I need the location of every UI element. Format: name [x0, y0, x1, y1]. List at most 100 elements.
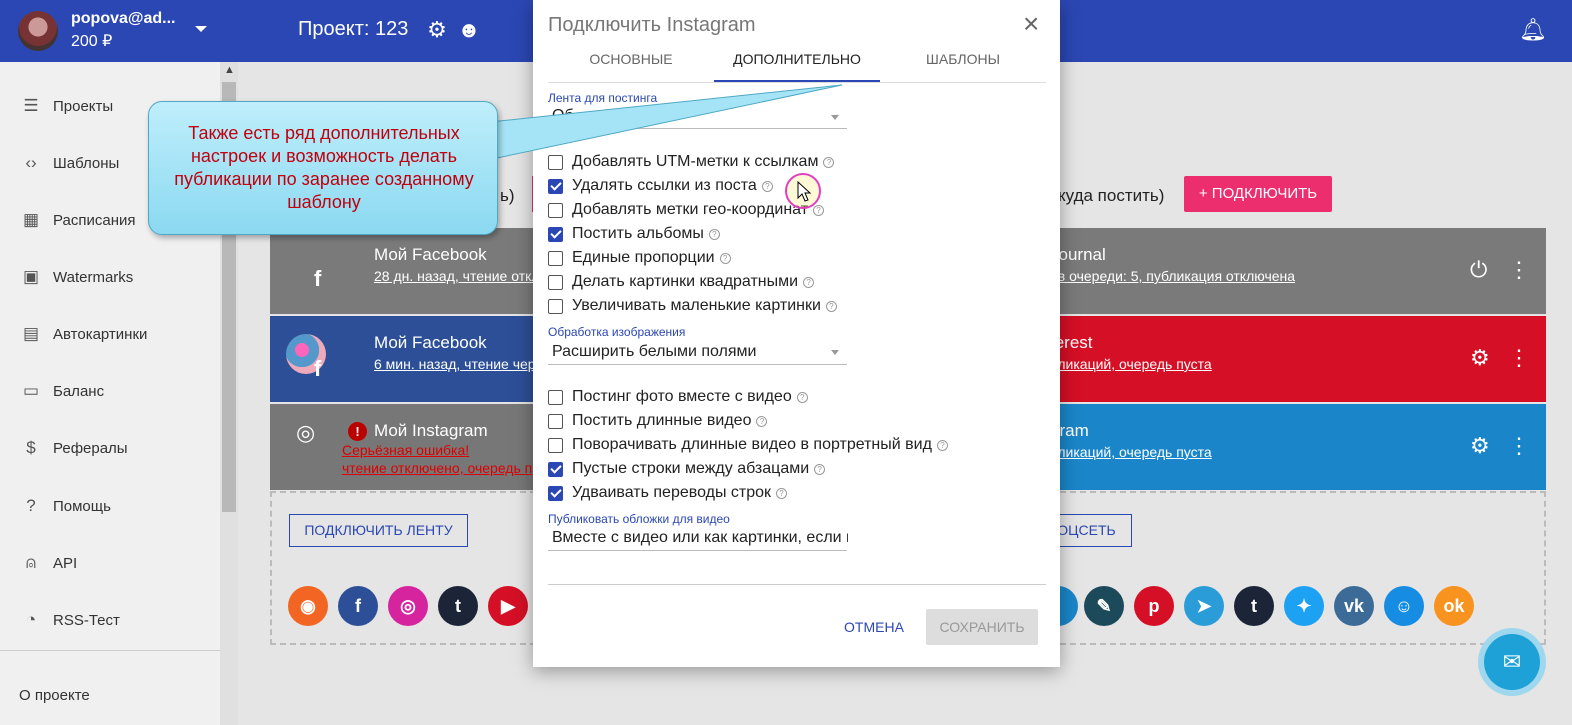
- checkbox-label[interactable]: Увеличивать маленькие картинки: [572, 297, 821, 315]
- sidebar-item[interactable]: ▭ Баланс: [0, 371, 220, 411]
- checkbox-label[interactable]: Постинг фото вместе с видео: [572, 388, 792, 406]
- account-status-right[interactable]: бликаций, очередь пуста: [1050, 356, 1212, 372]
- checkbox-row[interactable]: Добавлять метки гео-координат?: [548, 199, 825, 221]
- checkbox[interactable]: [548, 202, 563, 218]
- instagram-icon[interactable]: ◎: [388, 586, 428, 626]
- more-vert-icon[interactable]: ⋮: [1508, 346, 1530, 370]
- chevron-down-icon[interactable]: [195, 26, 207, 32]
- more-vert-icon[interactable]: ⋮: [1508, 434, 1530, 458]
- connect-button[interactable]: + ПОДКЛЮЧИТЬ: [1184, 176, 1332, 212]
- checkbox-row[interactable]: Поворачивать длинные видео в портретный …: [548, 434, 948, 456]
- twitter-icon[interactable]: ✦: [1284, 586, 1324, 626]
- help-icon[interactable]: ?: [719, 252, 731, 264]
- checkbox[interactable]: [548, 298, 563, 314]
- image-processing-select[interactable]: Расширить белыми полями: [552, 343, 842, 361]
- account-error[interactable]: Серьёзная ошибка!: [342, 442, 469, 458]
- chat-button[interactable]: ✉: [1478, 628, 1546, 696]
- checkbox-label[interactable]: Постить альбомы: [572, 225, 704, 243]
- help-icon[interactable]: ?: [776, 487, 788, 499]
- checkbox-row[interactable]: Удваивать переводы строк?: [548, 482, 788, 504]
- checkbox-label[interactable]: Постить длинные видео: [572, 412, 751, 430]
- odnoklassniki-icon[interactable]: ok: [1434, 586, 1474, 626]
- checkbox-label[interactable]: Удалять ссылки из поста: [572, 177, 757, 195]
- about-link[interactable]: О проекте: [19, 687, 90, 704]
- sidebar-item[interactable]: ▤ Автокартинки: [0, 314, 220, 354]
- rss-icon[interactable]: ◉: [288, 586, 328, 626]
- checkbox[interactable]: [548, 413, 563, 429]
- tumblr-icon[interactable]: t: [438, 586, 478, 626]
- sidebar-item[interactable]: ◔ RSS-Тест: [0, 600, 220, 640]
- sidebar-item[interactable]: ▣ Watermarks: [0, 257, 220, 297]
- help-icon[interactable]: ?: [813, 204, 825, 216]
- account-status-right[interactable]: бликаций, очередь пуста: [1050, 444, 1212, 460]
- telegram-icon[interactable]: ➤: [1184, 586, 1224, 626]
- checkbox[interactable]: [548, 437, 563, 453]
- checkbox-row[interactable]: Делать картинки квадратными?: [548, 271, 815, 293]
- tab-advanced[interactable]: ДОПОЛНИТЕЛЬНО: [714, 51, 880, 67]
- gear-icon[interactable]: ⚙: [1470, 434, 1490, 458]
- checkbox-row[interactable]: Постить альбомы?: [548, 223, 720, 245]
- checkbox-label[interactable]: Добавлять UTM-метки к ссылкам: [572, 153, 818, 171]
- gear-icon[interactable]: ⚙: [1470, 346, 1490, 370]
- tab-basic[interactable]: ОСНОВНЫЕ: [548, 51, 714, 67]
- checkbox[interactable]: [548, 154, 563, 170]
- checkbox-row[interactable]: Пустые строки между абзацами?: [548, 458, 826, 480]
- checkbox[interactable]: [548, 389, 563, 405]
- checkbox[interactable]: [548, 226, 563, 242]
- checkbox[interactable]: [548, 250, 563, 266]
- avatar[interactable]: [18, 11, 58, 51]
- checkbox-row[interactable]: Единые пропорции?: [548, 247, 731, 269]
- help-icon[interactable]: ?: [936, 439, 948, 451]
- youtube-icon[interactable]: ▶: [488, 586, 528, 626]
- checkbox[interactable]: [548, 274, 563, 290]
- checkbox-label[interactable]: Делать картинки квадратными: [572, 273, 798, 291]
- user-email[interactable]: popova@ad...: [71, 10, 176, 28]
- checkbox-row[interactable]: Увеличивать маленькие картинки?: [548, 295, 837, 317]
- checkbox-label[interactable]: Пустые строки между абзацами: [572, 460, 809, 478]
- vk-icon[interactable]: vk: [1334, 586, 1374, 626]
- help-icon[interactable]: ?: [708, 228, 720, 240]
- account-error-detail[interactable]: чтение отключено, очередь п: [342, 460, 532, 476]
- checkbox-label[interactable]: Удваивать переводы строк: [572, 484, 771, 502]
- sidebar-item[interactable]: $ Рефералы: [0, 428, 220, 468]
- connect-feed-button[interactable]: ПОДКЛЮЧИТЬ ЛЕНТУ: [289, 514, 468, 547]
- checkbox-label[interactable]: Единые пропорции: [572, 249, 715, 267]
- pinterest-icon[interactable]: p: [1134, 586, 1174, 626]
- scroll-up-icon[interactable]: ▲: [224, 64, 235, 76]
- checkbox-row[interactable]: Добавлять UTM-метки к ссылкам?: [548, 151, 835, 173]
- bell-icon[interactable]: 🔔︎: [1519, 18, 1547, 42]
- power-icon[interactable]: ⏻: [1470, 258, 1487, 282]
- help-icon[interactable]: ?: [823, 156, 835, 168]
- chevron-down-icon[interactable]: [831, 350, 839, 355]
- sidebar-item[interactable]: ⍝ API: [0, 543, 220, 583]
- cancel-button[interactable]: ОТМЕНА: [833, 610, 915, 644]
- tumblr-icon-2[interactable]: t: [1234, 586, 1274, 626]
- checkbox[interactable]: [548, 485, 563, 501]
- video-cover-select[interactable]: Вместе с видео или как картинки, если н: [552, 529, 848, 547]
- gear-icon[interactable]: ⚙: [425, 18, 449, 42]
- account-name[interactable]: Мой Instagram: [374, 421, 488, 441]
- help-icon[interactable]: ?: [814, 463, 826, 475]
- chat-icon[interactable]: ✉: [1484, 634, 1540, 690]
- moimir-icon[interactable]: ☺: [1384, 586, 1424, 626]
- checkbox-row[interactable]: Удалять ссылки из поста?: [548, 175, 773, 197]
- checkbox[interactable]: [548, 178, 563, 194]
- checkbox-label[interactable]: Поворачивать длинные видео в портретный …: [572, 436, 932, 454]
- livejournal-icon[interactable]: ✎: [1084, 586, 1124, 626]
- help-icon[interactable]: ?: [803, 276, 815, 288]
- close-icon[interactable]: ×: [1023, 10, 1039, 38]
- checkbox-label[interactable]: Добавлять метки гео-координат: [572, 201, 808, 219]
- facebook-icon[interactable]: f: [338, 586, 378, 626]
- help-icon[interactable]: ?: [756, 415, 768, 427]
- tab-templates[interactable]: ШАБЛОНЫ: [880, 51, 1046, 67]
- checkbox-row[interactable]: Постинг фото вместе с видео?: [548, 386, 808, 408]
- feed-select[interactable]: Об: [552, 107, 612, 121]
- account-status-right[interactable]: , в очереди: 5, публикация отключена: [1050, 268, 1295, 284]
- help-icon[interactable]: ?: [761, 180, 773, 192]
- sidebar-item[interactable]: ? Помощь: [0, 486, 220, 526]
- help-icon[interactable]: ?: [825, 300, 837, 312]
- save-button[interactable]: СОХРАНИТЬ: [926, 609, 1038, 645]
- account-name[interactable]: Мой Facebook: [374, 245, 487, 265]
- chevron-down-icon[interactable]: [831, 115, 839, 120]
- more-vert-icon[interactable]: ⋮: [1508, 258, 1530, 282]
